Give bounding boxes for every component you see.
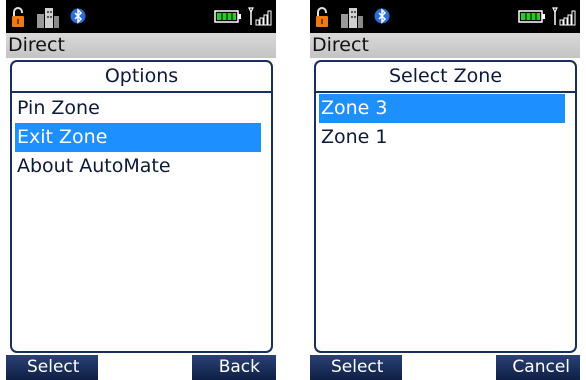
window-title: Direct [8, 34, 65, 56]
bluetooth-icon [70, 8, 86, 24]
list-item-zone-1[interactable]: Zone 1 [319, 123, 565, 152]
menu-item-pin-zone[interactable]: Pin Zone [15, 94, 261, 123]
dialog-title: Options [12, 62, 271, 93]
select-softkey[interactable]: Select [27, 355, 79, 380]
window-title: Direct [312, 34, 369, 56]
menu-item-about-automate[interactable]: About AutoMate [15, 152, 261, 181]
softkey-divider [98, 355, 192, 380]
status-bar [6, 0, 276, 33]
phone-screen-left: Direct Options Pin Zone Exit Zone About … [6, 0, 276, 380]
lock-icon [316, 7, 328, 27]
status-bar [310, 0, 580, 33]
battery-icon [214, 10, 241, 23]
buildings-icon [341, 8, 363, 28]
window-title-bar: Direct [310, 33, 580, 58]
options-dialog: Options Pin Zone Exit Zone About AutoMat… [10, 60, 273, 353]
window-title-bar: Direct [6, 33, 276, 58]
phone-screen-right: Direct Select Zone Zone 3 Zone 1 Select … [310, 0, 580, 380]
bluetooth-icon [374, 8, 390, 24]
signal-icon [552, 7, 576, 26]
select-softkey[interactable]: Select [331, 355, 383, 380]
buildings-icon [37, 8, 59, 28]
cancel-softkey[interactable]: Cancel [512, 355, 570, 380]
zone-list: Zone 3 Zone 1 [316, 94, 575, 152]
battery-icon [518, 10, 545, 23]
signal-icon [248, 7, 272, 26]
back-softkey[interactable]: Back [219, 355, 260, 380]
dialog-title: Select Zone [316, 62, 575, 93]
softkey-divider [402, 355, 496, 380]
select-zone-dialog: Select Zone Zone 3 Zone 1 [314, 60, 577, 353]
lock-icon [12, 7, 24, 27]
menu-item-exit-zone[interactable]: Exit Zone [15, 123, 261, 152]
list-item-zone-3[interactable]: Zone 3 [319, 94, 565, 123]
options-menu: Pin Zone Exit Zone About AutoMate [12, 94, 271, 181]
